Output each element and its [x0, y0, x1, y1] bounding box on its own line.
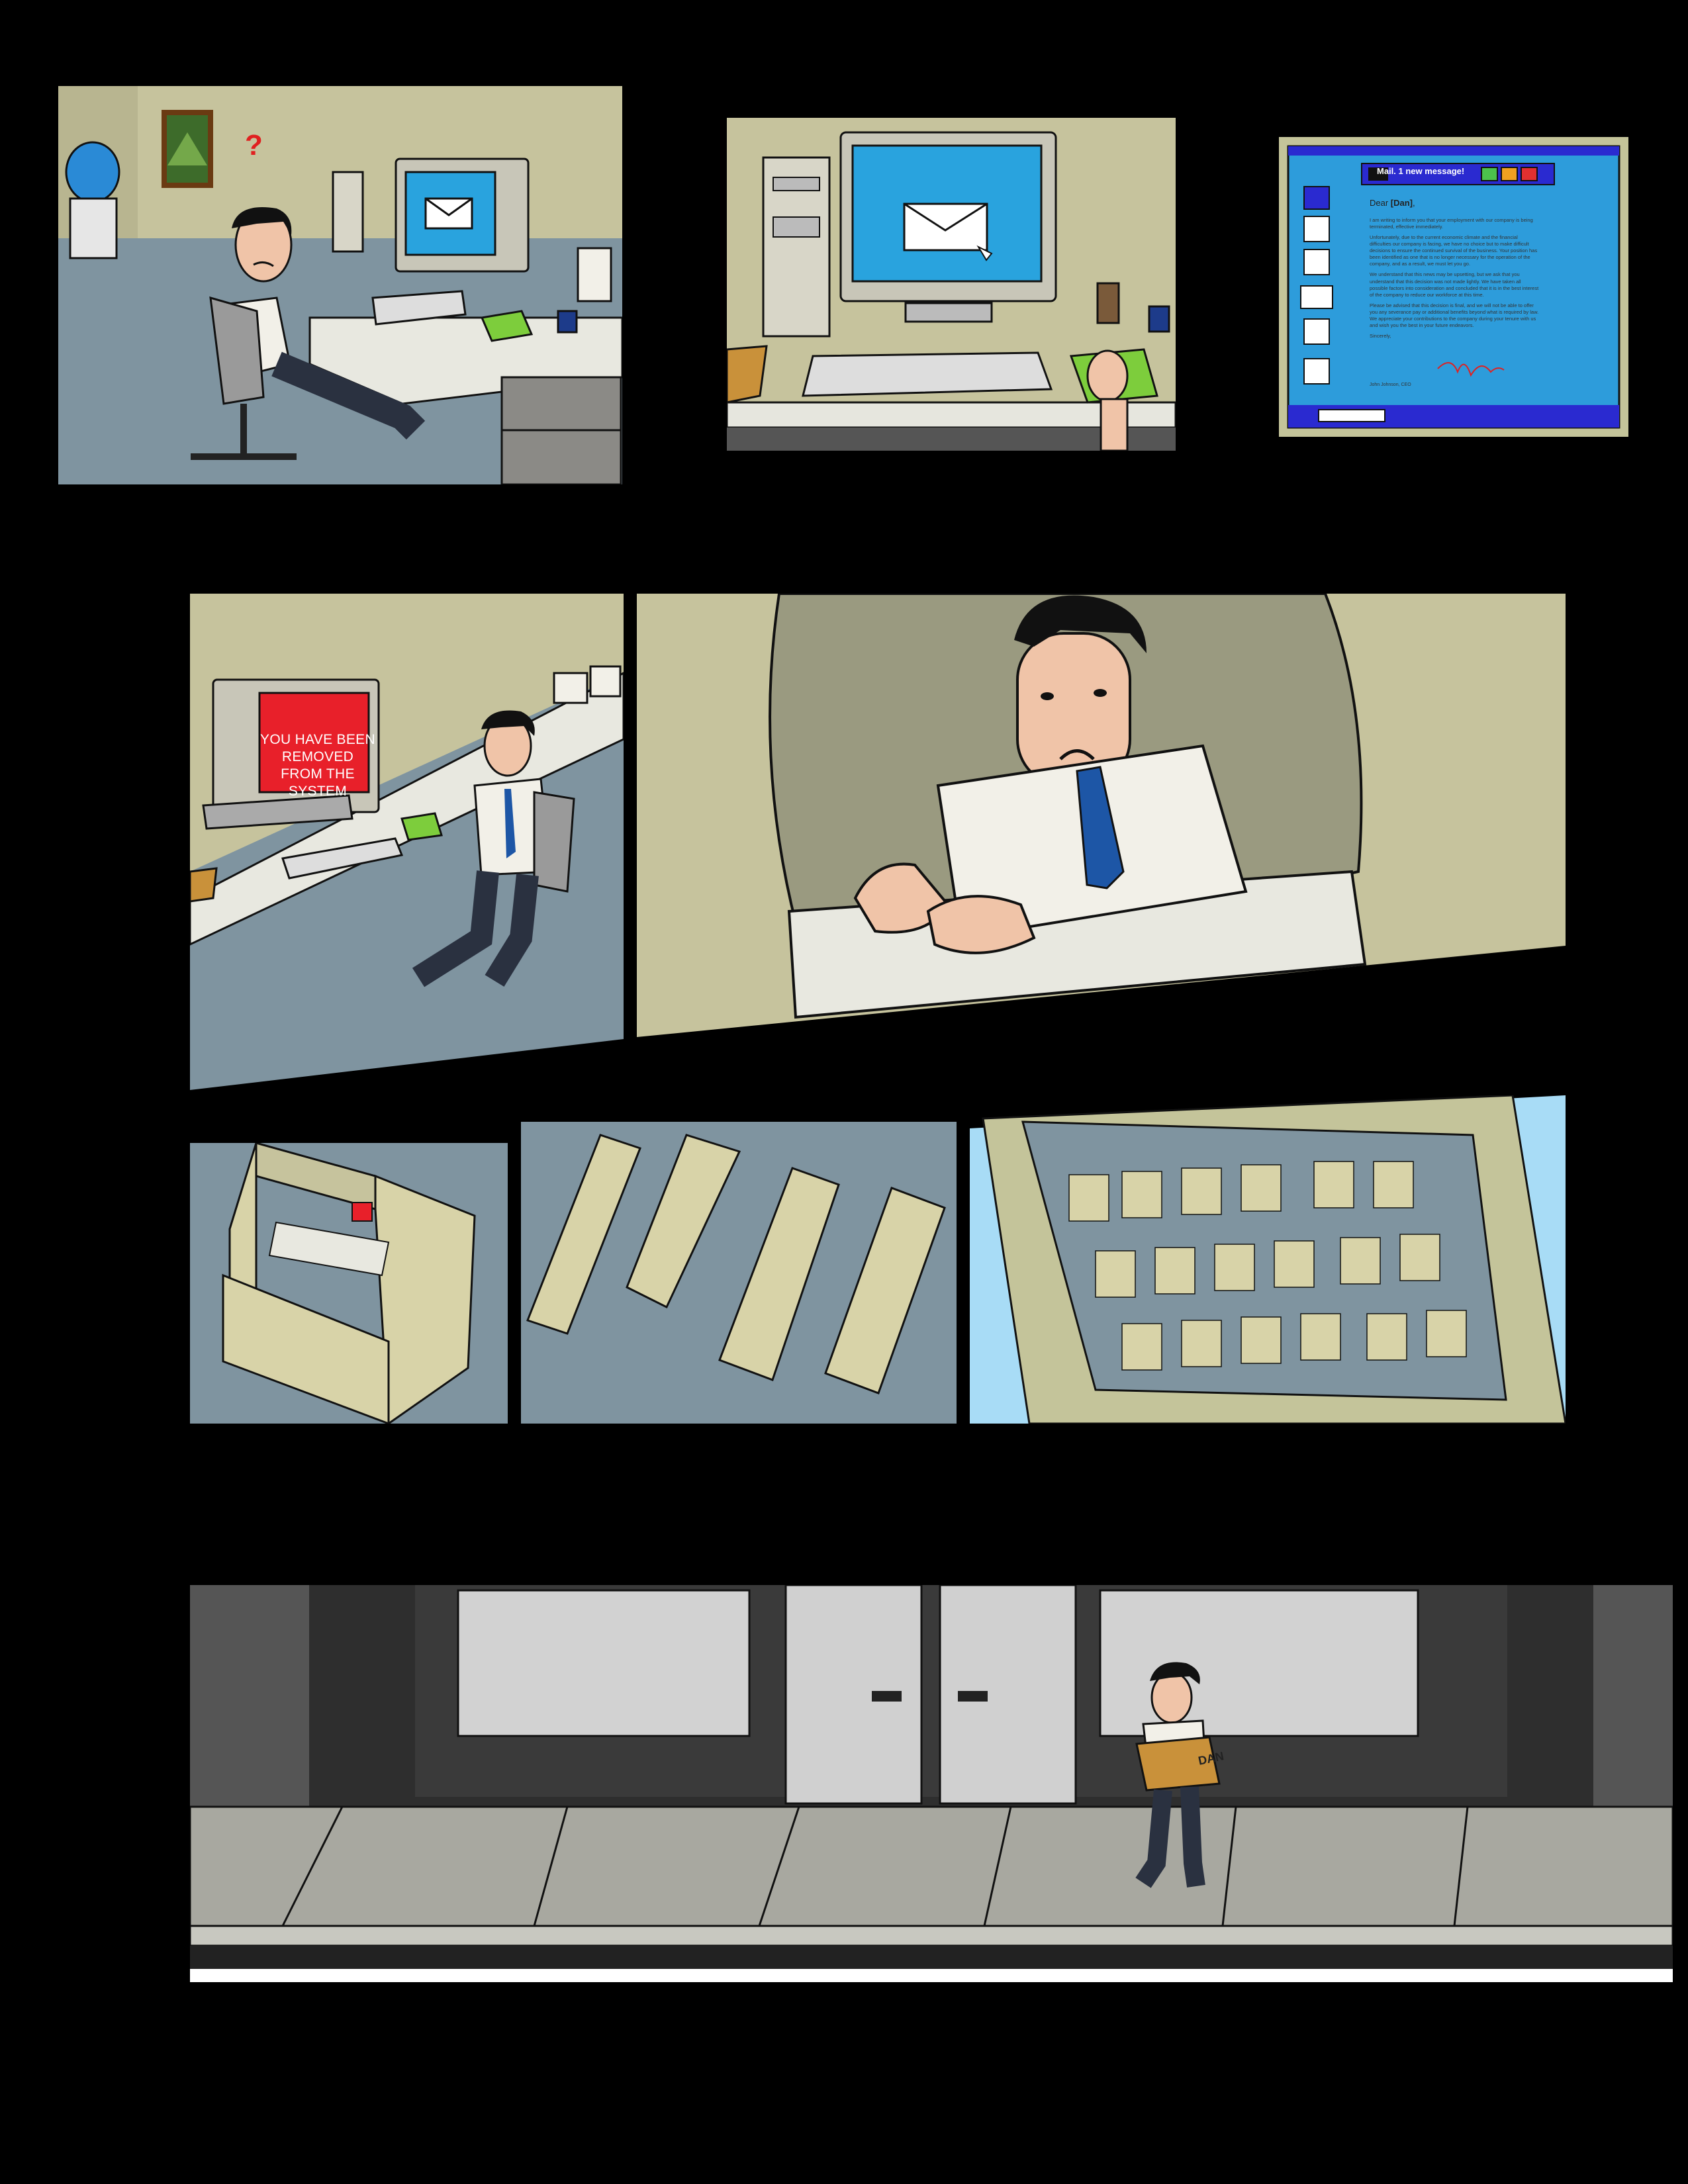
mail-paragraph: I am writing to inform you that your emp… [1370, 216, 1533, 230]
panel-single-cubicle [190, 1143, 508, 1424]
panel-office-arrival [58, 86, 622, 484]
mail-signer: John Johnson, CEO [1370, 383, 1411, 387]
mail-closing: Sincerely, [1370, 333, 1391, 340]
mail-message-body: Dear [Dan], I am writing to inform you t… [1370, 197, 1540, 344]
system-removal-screen-text: YOU HAVE BEEN REMOVED FROM THE SYSTEM [260, 732, 375, 799]
mail-window-title: Mail. 1 new message! [1377, 166, 1465, 176]
panel-leaving-building [190, 1585, 1673, 1982]
question-mark: ? [245, 129, 263, 161]
panel-removed-from-system [190, 594, 624, 1090]
mail-greeting: Dear [Dan], [1370, 198, 1415, 208]
panel-shocked-closeup [637, 594, 1566, 1037]
panel-cubicle-rows [521, 1122, 957, 1424]
panel-office-floor-aerial [970, 1095, 1566, 1424]
mail-paragraph: Unfortunately, due to the current econom… [1370, 234, 1538, 267]
mail-recipient-name: [Dan] [1390, 198, 1413, 208]
mail-paragraph: We understand that this news may be upse… [1370, 271, 1539, 298]
mail-paragraph: Please be advised that this decision is … [1370, 302, 1539, 329]
panel-new-mail-closeup [727, 118, 1176, 451]
